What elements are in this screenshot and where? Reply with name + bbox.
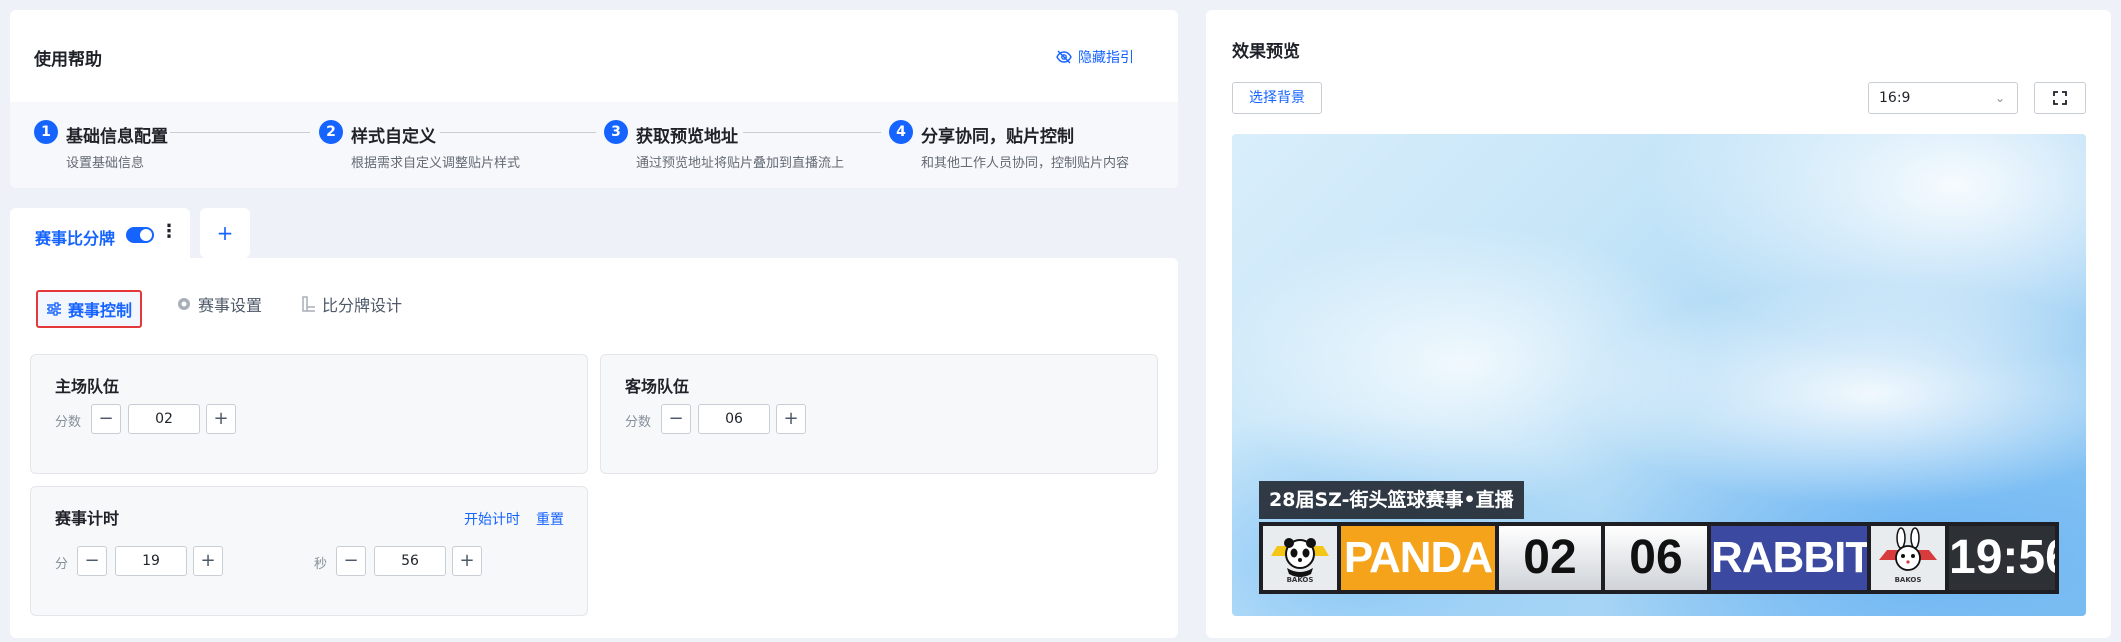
aspect-ratio-value: 16:9 [1879,90,1911,106]
scoreboard-overlay: BAKOS PANDA 02 06 RABBIT BAKOS 19:56 [1259,522,2059,594]
step-1-number: 1 [34,120,58,144]
sliders-icon [47,302,61,316]
step-3-title: 获取预览地址 [636,127,738,147]
background-image [1592,134,2086,394]
seconds-label: 秒 [314,557,328,572]
seconds-decrement-button[interactable]: − [336,546,366,576]
chevron-down-icon: ⌄ [1994,91,2005,105]
subtab-match-control-label: 赛事控制 [68,301,133,320]
subtab-match-settings-label: 赛事设置 [198,296,263,315]
away-team-name: RABBIT [1711,526,1867,590]
step-connector [743,132,881,133]
home-team-title: 主场队伍 [55,377,120,396]
seconds-increment-button[interactable]: + [452,546,482,576]
seconds-input[interactable]: 56 [374,546,446,576]
home-score-increment-button[interactable]: + [206,404,236,434]
away-score-decrement-button[interactable]: − [661,404,691,434]
away-score-input[interactable]: 06 [698,404,770,434]
minutes-decrement-button[interactable]: − [77,546,107,576]
away-team-score: 06 [1605,526,1707,590]
subtab-scoreboard-design[interactable]: 比分牌设计 [302,292,402,316]
tab-scoreboard-label: 赛事比分牌 [35,229,116,248]
home-team-score: 02 [1499,526,1601,590]
aspect-ratio-select[interactable]: 16:9 ⌄ [1868,82,2018,114]
more-menu-icon[interactable]: ⋮ [160,221,178,242]
home-score-decrement-button[interactable]: − [91,404,121,434]
away-team-group: 客场队伍 分数 − 06 + [600,354,1158,474]
tab-scoreboard[interactable]: 赛事比分牌 ⋮ [10,208,190,258]
preview-stage: 28届SZ-街头篮球赛事•直播 BAKOS PANDA 02 06 RABBIT [1232,134,2086,616]
home-score-label: 分数 [55,415,82,430]
step-connector [440,132,596,133]
minutes-input[interactable]: 19 [115,546,187,576]
help-title: 使用帮助 [34,50,102,70]
step-4-number: 4 [889,120,913,144]
start-timer-link[interactable]: 开始计时 [464,509,520,529]
minutes-increment-button[interactable]: + [193,546,223,576]
hide-guide-label: 隐藏指引 [1078,50,1134,66]
minutes-label: 分 [55,557,69,572]
step-1-desc: 设置基础信息 [66,156,145,171]
eye-off-icon [1056,50,1072,64]
step-2-desc: 根据需求自定义调整贴片样式 [351,156,521,171]
home-score-input[interactable]: 02 [128,404,200,434]
step-2-number: 2 [319,120,343,144]
reset-timer-link[interactable]: 重置 [536,509,564,529]
home-logo-text: BAKOS [1286,576,1314,584]
hide-guide-button[interactable]: 隐藏指引 [1056,47,1134,67]
away-score-label: 分数 [625,415,652,430]
step-3-number: 3 [604,120,628,144]
steps-bar: 1 基础信息配置 设置基础信息 2 样式自定义 根据需求自定义调整贴片样式 3 … [10,102,1178,188]
home-team-group: 主场队伍 分数 − 02 + [30,354,588,474]
scoreboard-toggle[interactable] [126,227,154,243]
event-banner: 28届SZ-街头篮球赛事•直播 [1259,481,1524,519]
match-timer-title: 赛事计时 [55,509,120,528]
fullscreen-button[interactable] [2034,82,2086,114]
subtab-match-settings[interactable]: 赛事设置 [176,292,262,316]
select-background-button[interactable]: 选择背景 [1232,82,1322,114]
away-team-logo: BAKOS [1871,526,1945,590]
preview-card: 效果预览 选择背景 16:9 ⌄ 28届SZ-街头篮球赛事•直播 BAKOS P… [1206,10,2111,638]
match-timer-group: 赛事计时 开始计时 重置 分 − 19 + 秒 − 56 + [30,486,588,616]
design-icon [302,296,315,312]
fullscreen-icon [2053,91,2067,105]
step-1-title: 基础信息配置 [66,127,168,147]
home-team-name: PANDA [1341,526,1495,590]
gear-icon [178,298,190,310]
step-connector [170,132,310,133]
match-clock: 19:56 [1949,526,2055,590]
control-panel: 赛事控制 赛事设置 比分牌设计 主场队伍 分数 − 02 + 客场队伍 分数 −… [10,258,1178,638]
step-3-desc: 通过预览地址将贴片叠加到直播流上 [636,156,845,171]
home-team-logo: BAKOS [1263,526,1337,590]
subtab-match-control[interactable]: 赛事控制 [36,290,143,328]
preview-title: 效果预览 [1232,42,1300,62]
subtab-scoreboard-design-label: 比分牌设计 [322,296,403,315]
away-score-increment-button[interactable]: + [776,404,806,434]
step-2-title: 样式自定义 [351,127,436,147]
step-4-title: 分享协同，贴片控制 [921,127,1074,147]
help-card: 使用帮助 隐藏指引 1 基础信息配置 设置基础信息 2 样式自定义 根据需求自定… [10,10,1178,188]
away-logo-text: BAKOS [1894,576,1922,584]
add-tab-button[interactable]: + [200,208,250,258]
away-team-title: 客场队伍 [625,377,690,396]
step-4-desc: 和其他工作人员协同，控制贴片内容 [921,156,1130,171]
